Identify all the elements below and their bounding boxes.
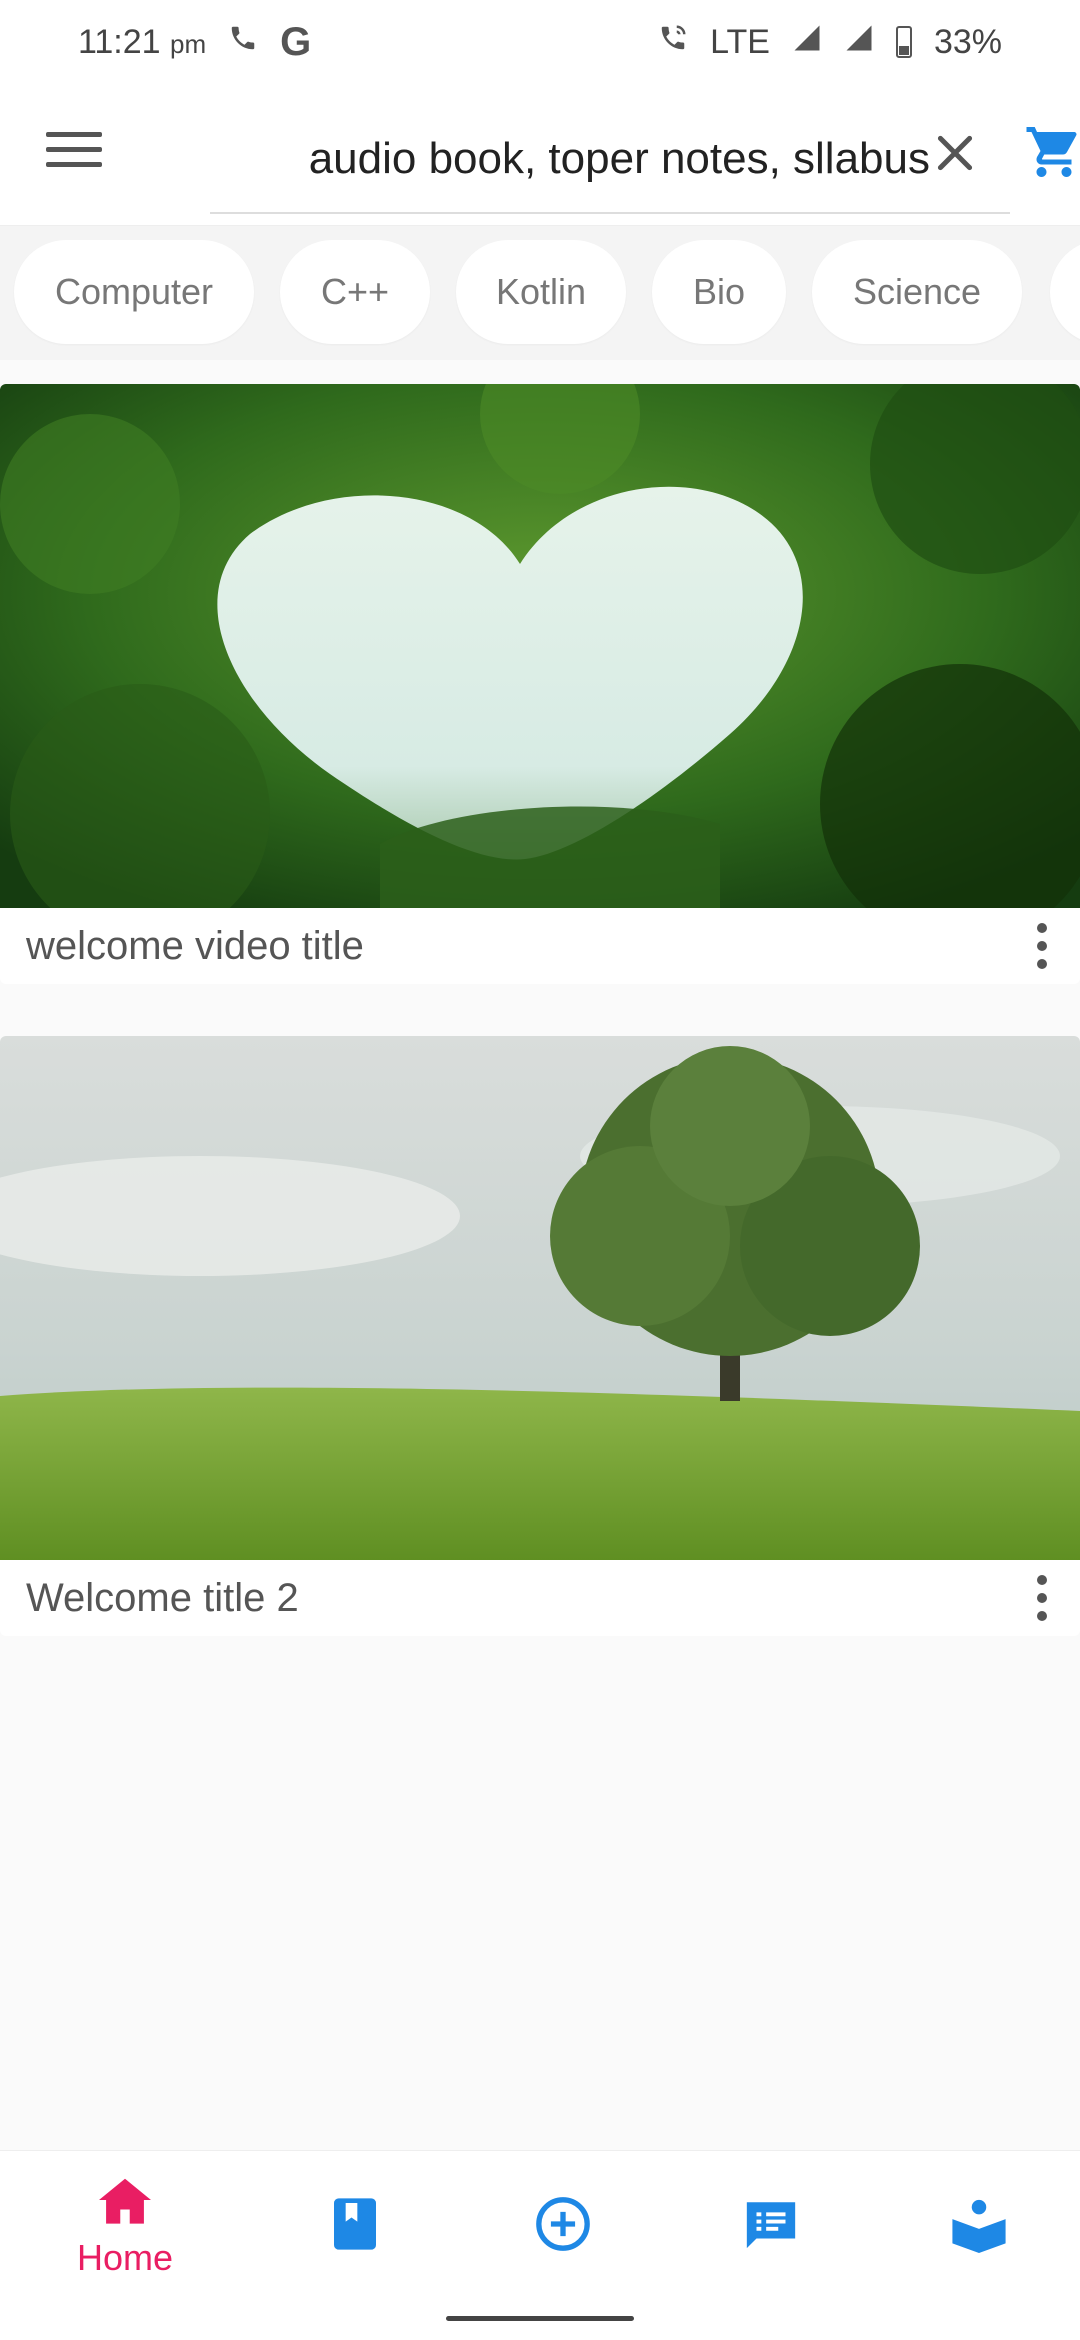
nav-home[interactable]: Home [40,2151,210,2301]
nav-home-label: Home [76,2236,174,2278]
signal-icon [792,23,822,62]
menu-icon[interactable] [46,132,102,178]
card-thumbnail[interactable] [0,384,1080,908]
video-card[interactable]: welcome video title [0,384,1080,984]
reader-icon [950,2195,1008,2258]
close-icon[interactable] [930,128,980,178]
chip-partial[interactable] [1050,240,1080,344]
book-icon [330,2196,380,2257]
google-icon: G [280,19,312,64]
status-bar: 11:21 pm G LTE 33% [0,0,1080,84]
phone-icon [228,23,258,62]
battery-percent: 33% [933,22,1002,61]
card-thumbnail[interactable] [0,1036,1080,1560]
search-input[interactable] [230,106,930,212]
nav-book[interactable] [270,2151,440,2301]
add-circle-icon [534,2195,592,2258]
home-icon [96,2174,154,2231]
chip-computer[interactable]: Computer [14,240,254,344]
signal-icon [844,23,874,62]
chip-bio[interactable]: Bio [652,240,786,344]
card-title: Welcome title 2 [26,1576,299,1620]
nav-reader[interactable] [894,2151,1064,2301]
nav-add[interactable] [478,2151,648,2301]
chat-list-icon [742,2195,800,2258]
video-card[interactable]: Welcome title 2 [0,1036,1080,1636]
card-title: welcome video title [26,924,364,968]
nav-chat[interactable] [686,2151,856,2301]
battery-icon [895,26,912,58]
more-vertical-icon[interactable] [1022,918,1062,978]
category-chips: Computer C++ Kotlin Bio Science [0,226,1080,360]
status-right: LTE 33% [658,23,1002,62]
status-left: 11:21 pm G [78,20,311,65]
bottom-navigation: Home [0,2150,1080,2340]
cart-icon[interactable] [1024,122,1080,182]
search-toolbar [0,84,1080,226]
status-time: 11:21 pm [78,22,207,61]
more-vertical-icon[interactable] [1022,1570,1062,1630]
network-type: LTE [710,22,770,61]
app-screen: 11:21 pm G LTE 33% audio book, toper not… [0,0,1080,2340]
search-field [210,106,1010,214]
chip-cpp[interactable]: C++ [280,240,430,344]
chip-science[interactable]: Science [812,240,1022,344]
chip-kotlin[interactable]: Kotlin [456,240,626,344]
wifi-calling-icon [658,23,688,62]
home-indicator[interactable] [446,2316,634,2321]
